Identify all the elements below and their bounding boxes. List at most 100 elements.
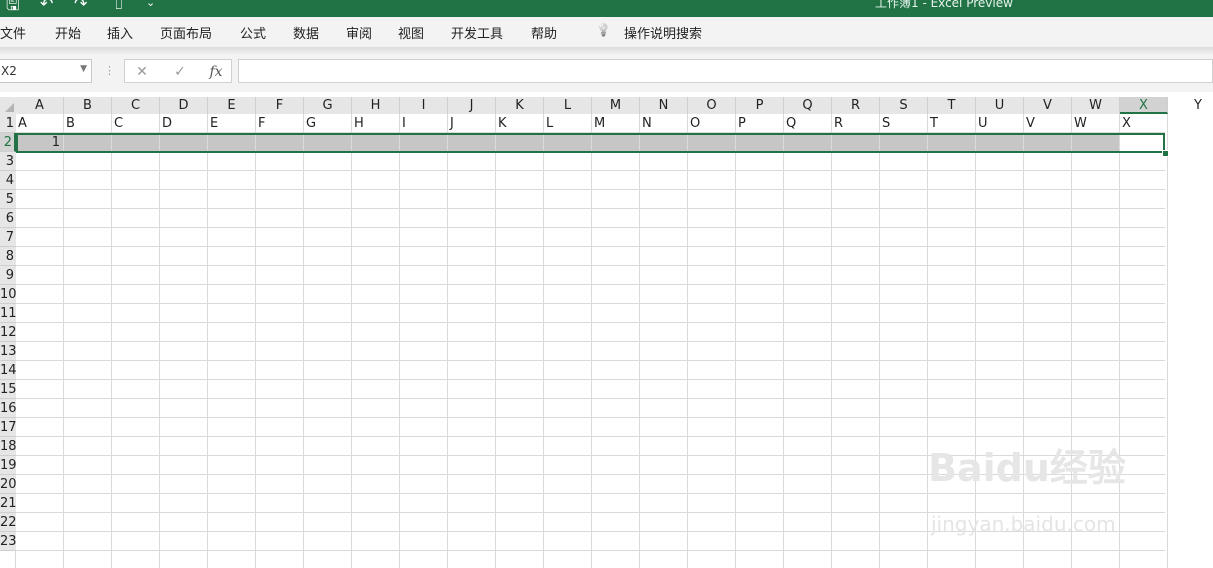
row-header-22[interactable]: 22: [0, 513, 16, 532]
chevron-down-icon[interactable]: ▼: [80, 64, 87, 74]
menu-tab-5[interactable]: 数据: [293, 23, 319, 42]
column-header-W[interactable]: W: [1072, 97, 1120, 114]
row-header-4[interactable]: 4: [0, 171, 16, 190]
row-header-12[interactable]: 12: [0, 323, 16, 342]
cell-D1[interactable]: D: [162, 114, 172, 133]
cell-U1[interactable]: U: [978, 114, 988, 133]
column-header-Q[interactable]: Q: [784, 97, 832, 114]
column-header-M[interactable]: M: [592, 97, 640, 114]
cell-F1[interactable]: F: [258, 114, 265, 133]
column-header-C[interactable]: C: [112, 97, 160, 114]
row-header-7[interactable]: 7: [0, 228, 16, 247]
cell-V1[interactable]: V: [1026, 114, 1035, 133]
fill-handle[interactable]: [1162, 150, 1169, 157]
column-header-K[interactable]: K: [496, 97, 544, 114]
row-header-9[interactable]: 9: [0, 266, 16, 285]
row-header-14[interactable]: 14: [0, 361, 16, 380]
cell-T1[interactable]: T: [930, 114, 938, 133]
cell-J1[interactable]: J: [450, 114, 454, 133]
column-header-N[interactable]: N: [640, 97, 688, 114]
undo-icon[interactable]: ↶: [40, 0, 53, 13]
insert-function-icon[interactable]: fx: [205, 60, 227, 84]
ribbon-shadow: [0, 47, 1213, 55]
cell-O1[interactable]: O: [690, 114, 700, 133]
column-header-D[interactable]: D: [160, 97, 208, 114]
row-header-18[interactable]: 18: [0, 437, 16, 456]
row-header-19[interactable]: 19: [0, 456, 16, 475]
column-header-I[interactable]: I: [400, 97, 448, 114]
column-header-H[interactable]: H: [352, 97, 400, 114]
column-header-T[interactable]: T: [928, 97, 976, 114]
splitter-icon[interactable]: ⋮: [104, 59, 115, 83]
formula-input[interactable]: [238, 59, 1213, 83]
column-header-L[interactable]: L: [544, 97, 592, 114]
save-icon[interactable]: 🖫: [6, 0, 20, 17]
row-header-20[interactable]: 20: [0, 475, 16, 494]
cell-A1[interactable]: A: [18, 114, 27, 133]
row-header-10[interactable]: 10: [0, 285, 16, 304]
row-header-3[interactable]: 3: [0, 152, 16, 171]
redo-icon[interactable]: ↷: [74, 0, 87, 13]
cell-E1[interactable]: E: [210, 114, 218, 133]
cell-M1[interactable]: M: [594, 114, 605, 133]
menu-tab-6[interactable]: 审阅: [346, 23, 372, 42]
cell-N1[interactable]: N: [642, 114, 652, 133]
cell-I1[interactable]: I: [402, 114, 406, 133]
menu-tab-0[interactable]: 文件: [0, 23, 26, 42]
column-header-A[interactable]: A: [16, 97, 64, 114]
worksheet-grid[interactable]: A B C D E F G H I J K L M N O P Q R S T U V W X Y 1 2 3 4 5 6 7 8 9 10 11 12…: [0, 92, 1213, 568]
row-header-13[interactable]: 13: [0, 342, 16, 361]
cell-H1[interactable]: H: [354, 114, 364, 133]
chevron-down-icon[interactable]: ⌄: [146, 0, 155, 9]
row-header-15[interactable]: 15: [0, 380, 16, 399]
cell-W1[interactable]: W: [1074, 114, 1087, 133]
row-header-17[interactable]: 17: [0, 418, 16, 437]
tell-me-search[interactable]: 操作说明搜索: [624, 23, 702, 42]
menu-tab-1[interactable]: 开始: [55, 23, 81, 42]
cell-P1[interactable]: P: [738, 114, 746, 133]
row-header-23[interactable]: 23: [0, 532, 16, 551]
column-header-V[interactable]: V: [1024, 97, 1072, 114]
cell-S1[interactable]: S: [882, 114, 890, 133]
column-header-O[interactable]: O: [688, 97, 736, 114]
column-header-Y[interactable]: Y: [1168, 97, 1213, 114]
name-box[interactable]: X2 ▼: [0, 59, 92, 83]
column-header-E[interactable]: E: [208, 97, 256, 114]
camera-icon[interactable]: ⌷: [114, 0, 124, 14]
column-header-U[interactable]: U: [976, 97, 1024, 114]
column-header-J[interactable]: J: [448, 97, 496, 114]
column-header-S[interactable]: S: [880, 97, 928, 114]
column-header-G[interactable]: G: [304, 97, 352, 114]
cell-B1[interactable]: B: [66, 114, 75, 133]
row-header-8[interactable]: 8: [0, 247, 16, 266]
cell-Q1[interactable]: Q: [786, 114, 796, 133]
cell-L1[interactable]: L: [546, 114, 553, 133]
lightbulb-icon[interactable]: 💡: [596, 23, 611, 37]
column-header-F[interactable]: F: [256, 97, 304, 114]
column-header-B[interactable]: B: [64, 97, 112, 114]
row-header-21[interactable]: 21: [0, 494, 16, 513]
row-header-2[interactable]: 2: [0, 133, 16, 152]
column-header-X[interactable]: X: [1120, 97, 1168, 114]
menu-tab-9[interactable]: 帮助: [531, 23, 557, 42]
cell-K1[interactable]: K: [498, 114, 507, 133]
menu-tab-7[interactable]: 视图: [398, 23, 424, 42]
menu-tab-8[interactable]: 开发工具: [451, 23, 503, 42]
cell-C1[interactable]: C: [114, 114, 123, 133]
row-header-1[interactable]: 1: [0, 114, 16, 133]
menu-tab-4[interactable]: 公式: [240, 23, 266, 42]
row-header-16[interactable]: 16: [0, 399, 16, 418]
cell-X1[interactable]: X: [1122, 114, 1131, 133]
menu-tab-2[interactable]: 插入: [107, 23, 133, 42]
cell-R1[interactable]: R: [834, 114, 843, 133]
cancel-icon[interactable]: ✕: [131, 60, 153, 84]
enter-icon[interactable]: ✓: [169, 60, 191, 84]
cell-G1[interactable]: G: [306, 114, 316, 133]
column-header-P[interactable]: P: [736, 97, 784, 114]
row-header-11[interactable]: 11: [0, 304, 16, 323]
row-header-5[interactable]: 5: [0, 190, 16, 209]
row-header-6[interactable]: 6: [0, 209, 16, 228]
select-all-button[interactable]: [0, 97, 16, 114]
menu-tab-3[interactable]: 页面布局: [160, 23, 212, 42]
column-header-R[interactable]: R: [832, 97, 880, 114]
